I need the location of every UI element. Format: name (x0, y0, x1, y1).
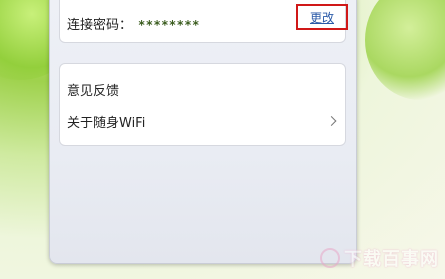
wifi-settings-panel: 连接密码： ******** 更改 意见反馈 关于随身WiFi (49, 0, 357, 264)
watermark-logo-icon (320, 248, 340, 268)
change-password-highlight: 更改 (296, 4, 348, 30)
chevron-right-icon (326, 116, 337, 126)
password-label: 连接密码： (67, 18, 133, 33)
menu-item-about[interactable]: 关于随身WiFi (60, 104, 345, 138)
menu-item-label: 关于随身WiFi (67, 115, 146, 131)
change-password-link[interactable]: 更改 (310, 9, 334, 26)
connection-card: 连接密码： ******** 更改 (59, 0, 348, 43)
password-row: 连接密码： ******** (67, 14, 200, 33)
menu-item-feedback[interactable]: 意见反馈 (60, 72, 345, 106)
watermark-text: 下载百事网 (344, 249, 439, 270)
watermark: 下载百事网 (320, 245, 439, 271)
desktop-background: 连接密码： ******** 更改 意见反馈 关于随身WiFi 下载百事网 (0, 0, 445, 279)
leaf-decoration (365, 0, 445, 100)
password-value: ******** (138, 18, 200, 32)
menu-item-label: 意见反馈 (67, 83, 120, 99)
menu-card: 意见反馈 关于随身WiFi (59, 63, 346, 146)
